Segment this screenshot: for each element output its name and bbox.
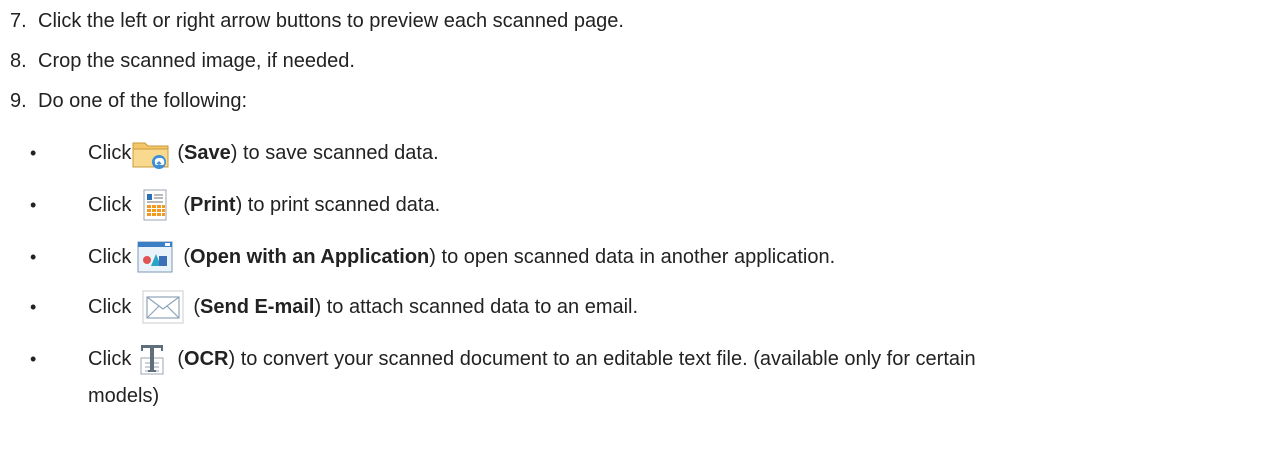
step-number: 8.	[10, 50, 27, 72]
click-label: Click	[88, 295, 132, 318]
option-description: to convert your scanned document to an e…	[235, 347, 976, 370]
paren-close: )	[314, 295, 322, 318]
paren-close: )	[235, 193, 243, 216]
step-7: 7. Click the left or right arrow buttons …	[10, 8, 624, 34]
open-application-icon[interactable]	[135, 238, 175, 276]
step-number: 9.	[10, 90, 27, 112]
step-text: Click the left or right arrow buttons to…	[38, 10, 624, 32]
click-label: Click	[88, 141, 132, 164]
option-name-save: Save	[184, 141, 231, 164]
paren-open: (	[183, 193, 191, 216]
paren-open: (	[177, 347, 185, 370]
step-9: 9. Do one of the following:	[10, 88, 247, 114]
bullet-point: •	[30, 296, 37, 317]
paren-close: )	[230, 141, 238, 164]
bullet-point: •	[30, 194, 37, 215]
step-text: Do one of the following:	[38, 90, 248, 112]
paren-close: )	[429, 245, 436, 268]
option-description: to print scanned data.	[242, 193, 441, 216]
option-description: to open scanned data in another applicat…	[435, 245, 836, 268]
click-label: Click	[88, 193, 132, 216]
option-send-email: • Click (Send E-mail) to attach scanned …	[30, 285, 638, 329]
option-name-send-email: Send E-mail	[200, 295, 315, 318]
option-save: • Click (Save) to save scanned data.	[30, 131, 439, 175]
option-print: • Click (Print) to print scanned data.	[30, 183, 440, 227]
email-envelope-icon[interactable]	[141, 288, 185, 326]
option-open-with-application: • Click (Open with an Application) to op…	[30, 235, 835, 279]
folder-save-icon[interactable]	[131, 134, 171, 172]
option-ocr-continuation: models)	[88, 385, 160, 407]
option-ocr: • Click (OCR) to convert your scanned do…	[30, 337, 976, 381]
option-name-ocr: OCR	[184, 347, 229, 370]
step-number: 7.	[10, 10, 27, 32]
step-8: 8. Crop the scanned image, if needed.	[10, 48, 355, 74]
print-icon[interactable]	[135, 186, 175, 224]
option-description: to attach scanned data to an email.	[321, 295, 639, 318]
click-label: Click	[88, 347, 132, 370]
option-name-open-with-application: Open with an Application	[190, 245, 430, 268]
paren-close: )	[228, 347, 236, 370]
option-description: to save scanned data.	[237, 141, 439, 164]
bullet-point: •	[30, 348, 37, 369]
bullet-point: •	[30, 142, 37, 163]
paren-open: (	[183, 245, 191, 268]
step-text: Crop the scanned image, if needed.	[38, 50, 355, 72]
option-name-print: Print	[190, 193, 236, 216]
paren-open: (	[193, 295, 201, 318]
ocr-text-icon[interactable]	[135, 340, 169, 378]
bullet-point: •	[30, 246, 37, 267]
click-label: Click	[88, 245, 132, 268]
paren-open: (	[177, 141, 185, 164]
